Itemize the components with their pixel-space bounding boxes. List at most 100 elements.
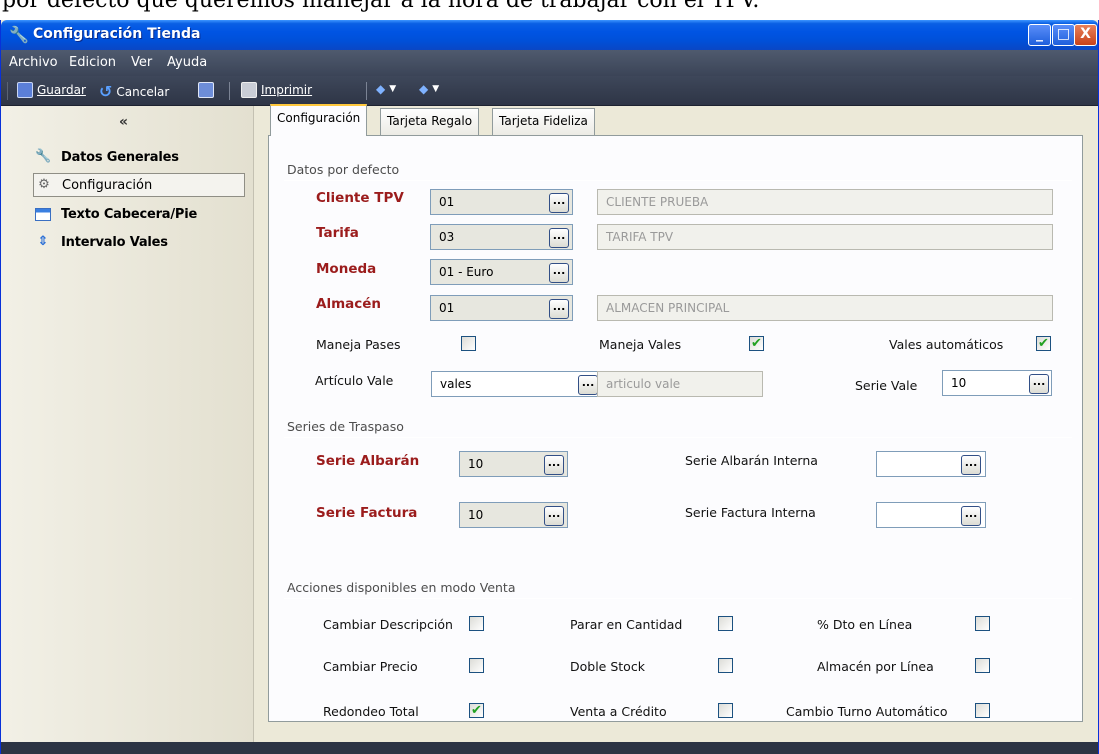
- print-label: Imprimir: [261, 83, 313, 97]
- menu-archivo[interactable]: Archivo: [9, 55, 58, 70]
- sidebar-item-label: Texto Cabecera/Pie: [61, 206, 198, 222]
- wrench-icon: 🔧: [35, 149, 52, 164]
- cambiar-precio-label: Cambiar Precio: [323, 659, 418, 674]
- dto-linea-checkbox[interactable]: [975, 616, 990, 631]
- cambio-turno-checkbox[interactable]: [975, 703, 990, 718]
- save-close-button[interactable]: [198, 82, 214, 98]
- group-divider: [284, 598, 1072, 599]
- nav-down-dropdown[interactable]: ◆ ▼: [419, 82, 439, 96]
- print-button[interactable]: Imprimir: [241, 82, 312, 98]
- doble-stock-checkbox[interactable]: [718, 658, 733, 673]
- maneja-pases-checkbox[interactable]: [461, 336, 476, 351]
- printer-icon: [241, 82, 257, 98]
- wrench-icon: 🔧: [9, 25, 29, 44]
- sidebar-item-configuracion[interactable]: ⚙ Configuración: [33, 173, 245, 197]
- serie-albaran-interna-lookup-button[interactable]: ...: [961, 455, 981, 475]
- chevron-down-icon: ▼: [432, 84, 440, 94]
- vales-automaticos-checkbox[interactable]: ✔: [1036, 336, 1051, 351]
- serie-factura-interna-label: Serie Factura Interna: [685, 505, 816, 520]
- toolbar-grip: [7, 82, 8, 100]
- doble-stock-label: Doble Stock: [570, 659, 645, 674]
- sidebar-item-label: Datos Generales: [61, 149, 179, 165]
- tab-configuracion[interactable]: Configuración: [270, 104, 368, 136]
- almacen-lookup-button[interactable]: ...: [549, 299, 569, 319]
- cambio-turno-label: Cambio Turno Automático: [786, 704, 948, 719]
- sidebar-item-texto-cabecera[interactable]: Texto Cabecera/Pie: [33, 202, 245, 226]
- maximize-button[interactable]: □: [1052, 24, 1075, 46]
- serie-albaran-interna-label: Serie Albarán Interna: [685, 453, 818, 468]
- save-label: Guardar: [37, 83, 86, 97]
- menu-ayuda[interactable]: Ayuda: [167, 55, 207, 70]
- floppy-icon: [17, 82, 33, 98]
- menu-bar: Archivo Edicion Ver Ayuda: [1, 50, 1098, 76]
- maneja-vales-checkbox[interactable]: ✔: [749, 336, 764, 351]
- articulo-vale-label: Artículo Vale: [315, 373, 394, 388]
- serie-vale-lookup-button[interactable]: ...: [1029, 374, 1049, 394]
- sidebar: « 🔧 Datos Generales ⚙ Configuración Text…: [1, 106, 254, 754]
- updown-arrows-icon: ⇕: [37, 234, 49, 249]
- redondeo-total-checkbox[interactable]: ✔: [469, 703, 484, 718]
- group-title-acciones: Acciones disponibles en modo Venta: [287, 580, 516, 595]
- venta-credito-checkbox[interactable]: [718, 703, 733, 718]
- cancel-label: Cancelar: [116, 84, 170, 99]
- articulo-vale-lookup-button[interactable]: ...: [578, 375, 598, 395]
- moneda-label: Moneda: [316, 261, 377, 277]
- sidebar-item-intervalo-vales[interactable]: ⇕ Intervalo Vales: [33, 230, 245, 254]
- serie-factura-lookup-button[interactable]: ...: [544, 506, 564, 526]
- parar-cantidad-checkbox[interactable]: [718, 616, 733, 631]
- almacen-linea-checkbox[interactable]: [975, 658, 990, 673]
- undo-icon: ↺: [99, 82, 113, 101]
- cambiar-descripcion-label: Cambiar Descripción: [323, 617, 453, 632]
- menu-edicion[interactable]: Edicion: [69, 55, 116, 70]
- tarifa-lookup-button[interactable]: ...: [549, 228, 569, 248]
- cliente-desc-field: CLIENTE PRUEBA: [597, 189, 1053, 215]
- serie-albaran-lookup-button[interactable]: ...: [544, 455, 564, 475]
- serie-factura-interna-lookup-button[interactable]: ...: [961, 506, 981, 526]
- tarifa-label: Tarifa: [316, 225, 359, 241]
- title-bar[interactable]: 🔧 Configuración Tienda _ □ X: [1, 20, 1098, 50]
- arrow-down-icon: ◆: [419, 82, 429, 96]
- save-button[interactable]: Guardar: [17, 82, 86, 98]
- tab-tarjeta-regalo[interactable]: Tarjeta Regalo: [380, 108, 480, 135]
- cliente-lookup-button[interactable]: ...: [549, 193, 569, 213]
- almacen-linea-label: Almacén por Línea: [817, 659, 934, 674]
- redondeo-total-label: Redondeo Total: [323, 704, 419, 719]
- chevron-down-icon: ▼: [389, 84, 397, 94]
- moneda-lookup-button[interactable]: ...: [549, 263, 569, 283]
- group-title-traspaso: Series de Traspaso: [287, 419, 404, 434]
- maneja-pases-label: Maneja Pases: [316, 337, 401, 352]
- cancel-button[interactable]: ↺ Cancelar: [99, 82, 169, 101]
- collapse-sidebar-button[interactable]: «: [119, 114, 128, 130]
- toolbar-separator: [229, 82, 230, 100]
- articulo-vale-field[interactable]: vales: [431, 371, 599, 397]
- dto-linea-label: % Dto en Línea: [817, 617, 913, 632]
- gear-icon: ⚙: [38, 177, 50, 192]
- serie-vale-label: Serie Vale: [855, 378, 918, 393]
- venta-credito-label: Venta a Crédito: [570, 704, 667, 719]
- caption-text: por defecto que queremos manejar a la ho…: [2, 0, 760, 13]
- cambiar-precio-checkbox[interactable]: [469, 658, 484, 673]
- cliente-label: Cliente TPV: [316, 190, 404, 206]
- arrow-up-icon: ◆: [376, 82, 386, 96]
- tarifa-desc-field: TARIFA TPV: [597, 224, 1053, 250]
- articulo-vale-desc-field: articulo vale: [597, 371, 763, 397]
- almacen-label: Almacén: [316, 296, 382, 312]
- menu-ver[interactable]: Ver: [131, 55, 152, 70]
- sidebar-item-datos-generales[interactable]: 🔧 Datos Generales: [33, 145, 245, 169]
- vales-automaticos-label: Vales automáticos: [889, 337, 1004, 352]
- group-divider: [284, 180, 1072, 181]
- parar-cantidad-label: Parar en Cantidad: [570, 617, 683, 632]
- minimize-button[interactable]: _: [1028, 24, 1051, 46]
- toolbar-separator-2: [366, 82, 367, 100]
- status-bar: [1, 742, 1098, 754]
- tab-tarjeta-fideliza[interactable]: Tarjeta Fideliza: [492, 108, 595, 135]
- sidebar-item-label: Configuración: [62, 177, 153, 193]
- serie-factura-label: Serie Factura: [316, 505, 418, 521]
- almacen-desc-field: ALMACEN PRINCIPAL: [597, 295, 1053, 321]
- cambiar-descripcion-checkbox[interactable]: [469, 616, 484, 631]
- close-button[interactable]: X: [1074, 24, 1097, 46]
- window-title: Configuración Tienda: [33, 26, 201, 42]
- serie-albaran-label: Serie Albarán: [316, 453, 420, 469]
- document-caption: por defecto que queremos manejar a la ho…: [0, 0, 1099, 20]
- nav-up-dropdown[interactable]: ◆ ▼: [376, 82, 396, 96]
